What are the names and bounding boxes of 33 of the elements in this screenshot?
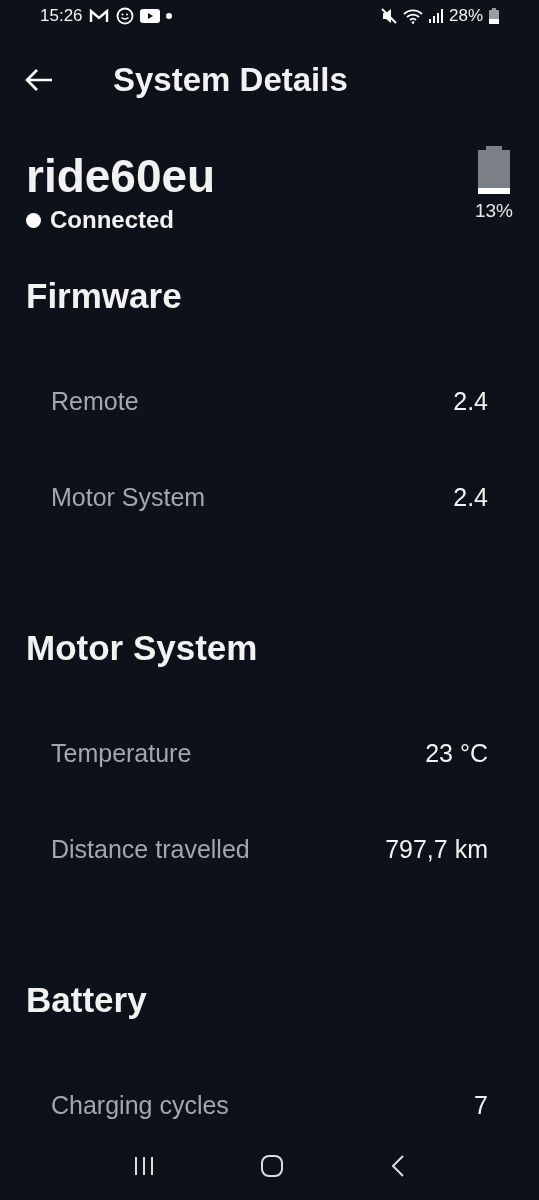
recent-apps-button[interactable]: [132, 1155, 155, 1177]
back-nav-button[interactable]: [390, 1154, 407, 1178]
play-icon: [139, 9, 160, 23]
detail-label: Charging cycles: [51, 1090, 229, 1120]
status-dot: [26, 212, 41, 228]
battery-gauge: [478, 146, 510, 194]
mail-icon: [88, 9, 109, 23]
battery-icon: [489, 8, 499, 24]
detail-label: Remote: [51, 386, 139, 416]
detail-value: 2.4: [453, 482, 488, 512]
detail-label: Distance travelled: [51, 834, 250, 864]
clock-time: 15:26: [40, 6, 83, 26]
smiley-icon: [114, 6, 134, 26]
home-button[interactable]: [260, 1154, 285, 1178]
detail-value: 797,7 km: [385, 834, 488, 864]
detail-value: 2.4: [453, 386, 488, 416]
back-button[interactable]: [24, 68, 54, 92]
section-heading: Battery: [26, 979, 148, 1021]
battery-reading: 13%: [474, 200, 513, 222]
connection-status: Connected: [50, 206, 174, 234]
detail-value: 7: [474, 1090, 488, 1120]
detail-label: Temperature: [51, 738, 192, 768]
detail-value: 23 °C: [425, 738, 488, 768]
signal-icon: [428, 9, 443, 23]
dot-icon: [165, 13, 172, 19]
screen-title: System Details: [113, 61, 348, 99]
battery-percent: 28%: [448, 6, 483, 26]
detail-label: Motor System: [51, 482, 206, 512]
device-name: ride60eu: [26, 150, 216, 202]
section-heading: Motor System: [26, 627, 259, 669]
section-heading: Firmware: [26, 275, 183, 317]
wifi-icon: [402, 8, 423, 24]
mute-icon: [380, 8, 397, 24]
